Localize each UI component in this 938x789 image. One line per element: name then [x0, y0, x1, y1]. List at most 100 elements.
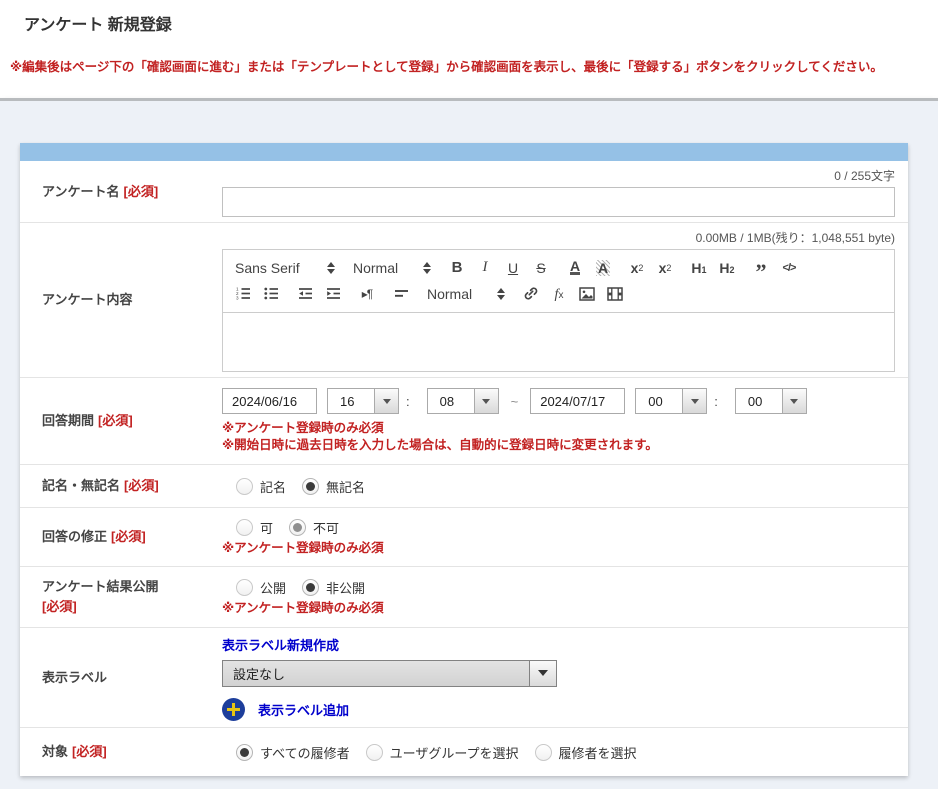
publication-radio-group: 公開 非公開: [236, 578, 895, 597]
publication-option-2[interactable]: 非公開: [302, 578, 365, 597]
align-icon[interactable]: [393, 285, 409, 303]
heading-select[interactable]: Normal: [353, 260, 431, 276]
end-date-input[interactable]: [530, 388, 625, 414]
radio-label: 非公開: [326, 578, 365, 597]
end-minute-dropdown-button[interactable]: [782, 389, 806, 413]
form-header-bar: [20, 143, 908, 161]
anonymity-option-2[interactable]: 無記名: [302, 477, 365, 496]
survey-content-label: アンケート内容: [42, 290, 132, 310]
chevron-down-icon: [691, 399, 699, 404]
display-label-dropdown-button[interactable]: [529, 661, 556, 686]
modification-note: ※アンケート登録時のみ必須: [222, 540, 895, 557]
row-survey-content: アンケート内容 0.00MB / 1MB(残り：1,048,551 byte) …: [20, 223, 908, 378]
radio-button-icon[interactable]: [366, 744, 383, 761]
background-color-icon[interactable]: A: [595, 259, 611, 277]
target-option-3[interactable]: 履修者を選択: [535, 743, 637, 762]
page-body: アンケート名 [必須] 0 / 255文字 アンケート内容 0.00MB / 1…: [0, 101, 938, 789]
radio-label: 記名: [260, 477, 286, 496]
radio-label: 不可: [313, 518, 339, 537]
radio-button-icon[interactable]: [302, 478, 319, 495]
radio-button-icon[interactable]: [236, 579, 253, 596]
modification-option-2[interactable]: 不可: [289, 518, 339, 537]
end-hour-select[interactable]: 00: [635, 388, 707, 414]
required-badge: [必須]: [72, 742, 107, 762]
editor-text-area[interactable]: [222, 313, 895, 372]
heading-select-value: Normal: [353, 260, 398, 276]
page-header: アンケート 新規登録 ※編集後はページ下の「確認画面に進む」または「テンプレート…: [0, 0, 938, 101]
underline-icon[interactable]: U: [505, 259, 521, 277]
text-color-icon[interactable]: A: [567, 259, 583, 277]
radio-button-icon[interactable]: [236, 744, 253, 761]
ordered-list-icon[interactable]: 123: [235, 285, 251, 303]
add-display-label-text: 表示ラベル追加: [258, 700, 349, 719]
video-icon[interactable]: [607, 285, 623, 303]
chevron-down-icon: [482, 399, 490, 404]
display-label-select[interactable]: 設定なし: [222, 660, 557, 687]
radio-label: 無記名: [326, 477, 365, 496]
end-hour-value: 00: [636, 389, 682, 413]
size-select[interactable]: Normal: [427, 286, 505, 302]
subscript-icon[interactable]: x2: [629, 259, 645, 277]
image-icon[interactable]: [579, 285, 595, 303]
anonymity-radio-group: 記名 無記名: [236, 477, 895, 496]
range-tilde: ~: [511, 394, 519, 409]
outdent-icon[interactable]: [297, 285, 313, 303]
required-badge: [必須]: [123, 182, 158, 202]
radio-button-icon[interactable]: [302, 579, 319, 596]
start-minute-select[interactable]: 08: [427, 388, 499, 414]
link-icon[interactable]: [523, 285, 539, 303]
start-hour-value: 16: [328, 389, 374, 413]
required-badge: [必須]: [111, 527, 146, 547]
target-option-1[interactable]: すべての履修者: [236, 743, 350, 762]
period-note-1: ※アンケート登録時のみ必須: [222, 420, 895, 437]
start-hour-dropdown-button[interactable]: [374, 389, 398, 413]
updown-arrows-icon: [327, 262, 335, 274]
display-label-label: 表示ラベル: [42, 668, 107, 688]
svg-text:3: 3: [236, 296, 239, 301]
blockquote-icon[interactable]: ”: [753, 259, 769, 277]
code-block-icon[interactable]: </>: [781, 259, 797, 277]
radio-button-icon[interactable]: [289, 519, 306, 536]
time-colon: :: [406, 394, 410, 409]
italic-icon[interactable]: I: [477, 259, 493, 277]
anonymity-label: 記名・無記名: [42, 476, 120, 496]
direction-icon[interactable]: ▸¶: [359, 285, 375, 303]
create-display-label-link[interactable]: 表示ラベル新規作成: [222, 635, 895, 654]
publication-label: アンケート結果公開: [42, 577, 158, 597]
chevron-down-icon: [790, 399, 798, 404]
add-display-label-button[interactable]: 表示ラベル追加: [222, 698, 895, 721]
end-minute-select[interactable]: 00: [735, 388, 807, 414]
row-display-label: 表示ラベル 表示ラベル新規作成 設定なし 表示ラベル追加: [20, 628, 908, 728]
start-minute-value: 08: [428, 389, 474, 413]
bullet-list-icon[interactable]: [263, 285, 279, 303]
target-option-2[interactable]: ユーザグループを選択: [366, 743, 519, 762]
strike-icon[interactable]: S: [533, 259, 549, 277]
indent-icon[interactable]: [325, 285, 341, 303]
survey-form: アンケート名 [必須] 0 / 255文字 アンケート内容 0.00MB / 1…: [20, 143, 908, 776]
superscript-icon[interactable]: x2: [657, 259, 673, 277]
size-select-value: Normal: [427, 286, 472, 302]
row-anonymity: 記名・無記名 [必須] 記名 無記名: [20, 465, 908, 508]
font-select[interactable]: Sans Serif: [235, 260, 335, 276]
anonymity-option-1[interactable]: 記名: [236, 477, 286, 496]
radio-button-icon[interactable]: [535, 744, 552, 761]
publication-option-1[interactable]: 公開: [236, 578, 286, 597]
end-hour-dropdown-button[interactable]: [682, 389, 706, 413]
radio-button-icon[interactable]: [236, 478, 253, 495]
radio-button-icon[interactable]: [236, 519, 253, 536]
formula-icon[interactable]: fx: [551, 285, 567, 303]
bold-icon[interactable]: B: [449, 259, 465, 277]
target-label: 対象: [42, 742, 68, 762]
start-hour-select[interactable]: 16: [327, 388, 399, 414]
header2-icon[interactable]: H2: [719, 259, 735, 277]
required-badge: [必須]: [124, 476, 159, 496]
start-date-input[interactable]: [222, 388, 317, 414]
display-label-select-value: 設定なし: [223, 661, 529, 686]
row-modification: 回答の修正 [必須] 可不可 ※アンケート登録時のみ必須: [20, 508, 908, 567]
header1-icon[interactable]: H1: [691, 259, 707, 277]
start-minute-dropdown-button[interactable]: [474, 389, 498, 413]
modification-option-1[interactable]: 可: [236, 518, 273, 537]
font-select-value: Sans Serif: [235, 260, 300, 276]
radio-label: 公開: [260, 578, 286, 597]
survey-name-input[interactable]: [222, 187, 895, 217]
